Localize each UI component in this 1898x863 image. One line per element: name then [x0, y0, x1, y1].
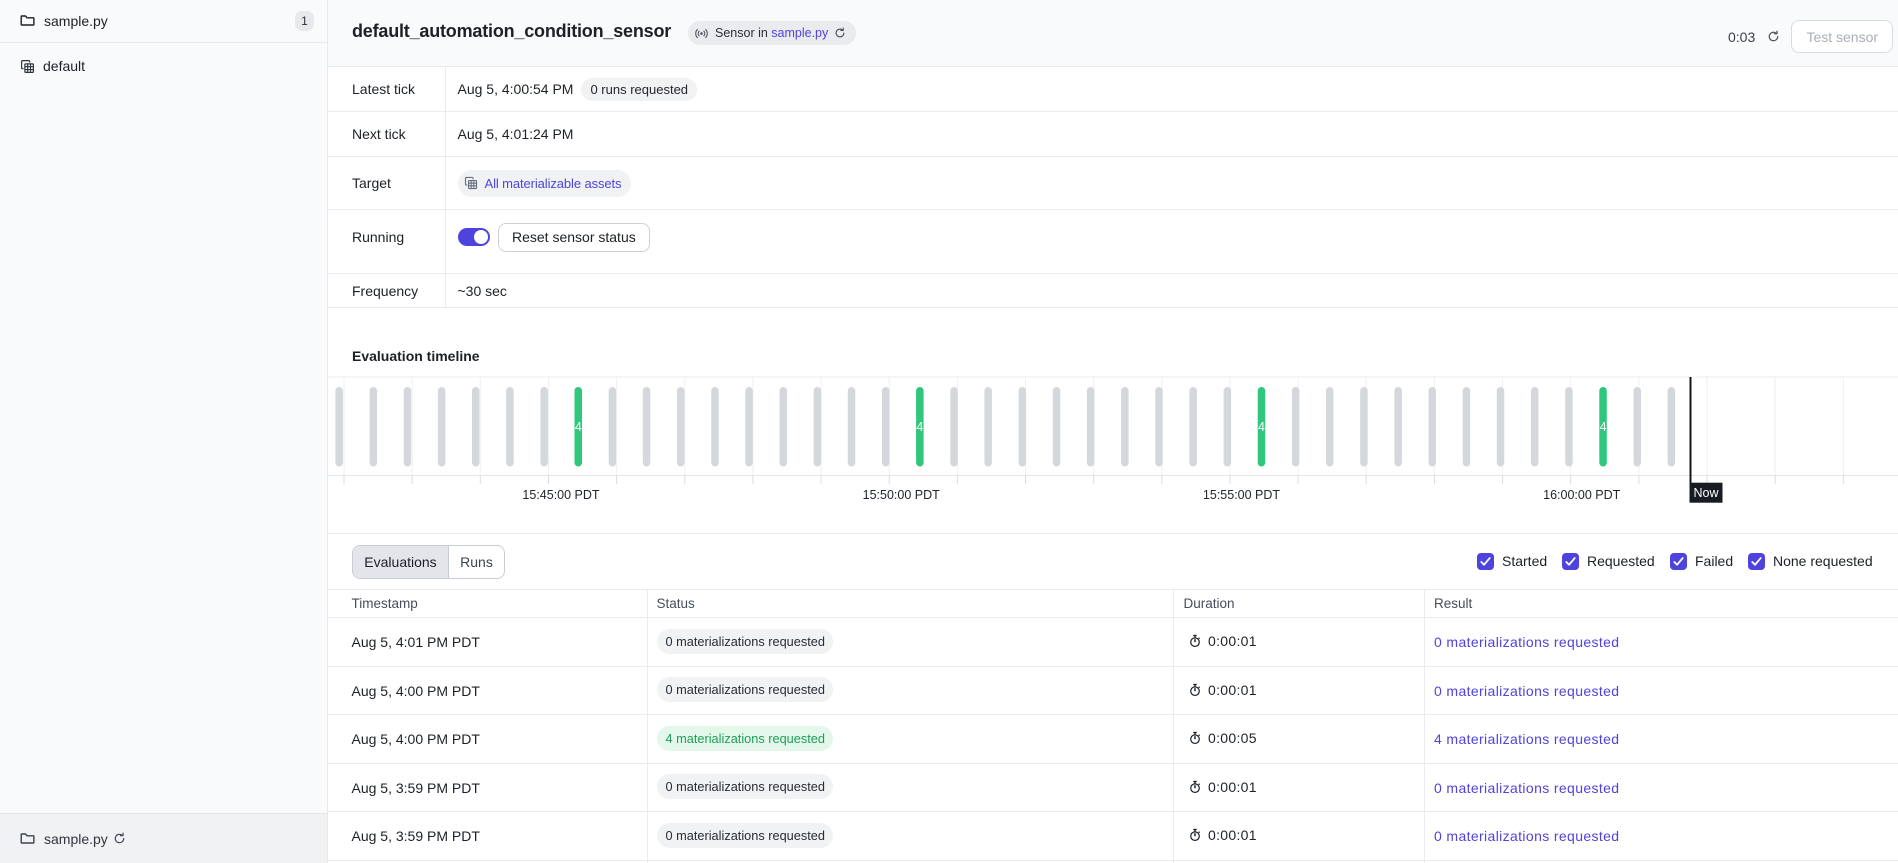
svg-text:Now: Now	[1693, 486, 1719, 500]
svg-text:4: 4	[575, 420, 582, 434]
svg-text:15:55:00 PDT: 15:55:00 PDT	[1203, 488, 1280, 502]
svg-text:15:45:00 PDT: 15:45:00 PDT	[522, 488, 599, 502]
svg-text:16:00:00 PDT: 16:00:00 PDT	[1543, 488, 1620, 502]
svg-text:4: 4	[1600, 420, 1607, 434]
svg-text:4: 4	[1258, 420, 1265, 434]
svg-text:15:50:00 PDT: 15:50:00 PDT	[863, 488, 940, 502]
svg-text:4: 4	[916, 420, 923, 434]
